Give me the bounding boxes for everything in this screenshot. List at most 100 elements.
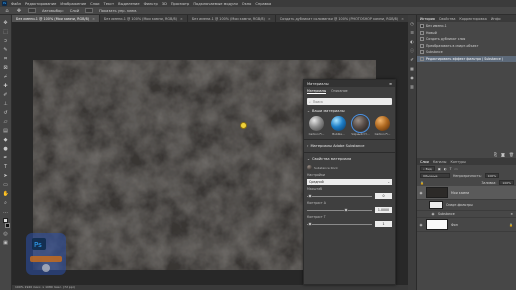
new-document-icon[interactable]: ⎘ [494, 152, 497, 157]
slider-knob[interactable] [308, 221, 313, 226]
layer-filter-select[interactable]: ⌕ Вид [420, 166, 435, 171]
slider-knob[interactable] [308, 193, 313, 198]
doc-tab[interactable]: Без имени-1 @ 100% (Мои камни, RGB/8) × [100, 15, 188, 22]
dodge-tool-icon[interactable]: ● [3, 146, 9, 152]
color-icon[interactable]: ◉ [410, 75, 415, 80]
frame-tool-icon[interactable]: ⊠ [3, 65, 9, 71]
menu-select[interactable]: Выделение [118, 2, 139, 6]
panel-menu-icon[interactable]: ≡ [389, 82, 392, 86]
tab-layers[interactable]: Слои [420, 160, 429, 164]
show-transform-checkbox[interactable] [85, 8, 94, 13]
trash-icon[interactable]: 🗑 [509, 152, 514, 157]
close-icon[interactable]: × [401, 17, 404, 21]
move-tool-icon[interactable]: ✥ [16, 8, 22, 14]
properties-icon[interactable]: ☰ [410, 30, 415, 35]
gradient-tool-icon[interactable]: ▤ [3, 128, 9, 134]
tab-paths[interactable]: Контуры [450, 160, 466, 164]
lasso-tool-icon[interactable]: ↄ [3, 38, 9, 44]
brush-tool-icon[interactable]: ✐ [3, 92, 9, 98]
param-slider[interactable] [307, 221, 372, 226]
menu-edit[interactable]: Редактирование [25, 2, 56, 6]
close-icon[interactable]: × [180, 17, 183, 21]
menu-filter[interactable]: Фильтр [144, 2, 158, 6]
path-select-icon[interactable]: ➤ [3, 173, 9, 179]
filter-image-icon[interactable]: ▣ [438, 167, 441, 171]
close-icon[interactable]: × [92, 17, 95, 21]
camera-icon[interactable]: ◙ [501, 152, 505, 157]
zoom-tool-icon[interactable]: ⌕ [3, 200, 9, 206]
blur-tool-icon[interactable]: ◆ [3, 137, 9, 143]
layer-row[interactable]: ◉ Фон 🔒 [417, 218, 516, 232]
eyedropper-icon[interactable]: ⌿ [3, 74, 9, 80]
photoshop-logo-icon[interactable]: Ps [2, 1, 7, 6]
pen-tool-icon[interactable]: ✒ [3, 155, 9, 161]
param-value-input[interactable]: 0 [375, 193, 392, 199]
preset-select[interactable]: Средний ⌄ [307, 179, 392, 185]
my-materials-section-header[interactable]: ⌄ Ваши материалы [304, 107, 395, 115]
opacity-input[interactable]: 100% [484, 173, 500, 178]
menu-window[interactable]: Окно [242, 2, 252, 6]
eye-icon[interactable]: ◉ [431, 212, 435, 216]
materials-search-input[interactable]: ⌕ Поиск [307, 98, 392, 105]
substance-section-header[interactable]: › Материалы Adobe Substance [304, 142, 395, 150]
material-tile[interactable]: Carbon Fi... [307, 116, 326, 136]
tab-channels[interactable]: Каналы [433, 160, 447, 164]
filter-options-icon[interactable]: ≑ [510, 212, 513, 216]
filter-text-icon[interactable]: T [450, 167, 452, 171]
type-tool-icon[interactable]: T [3, 164, 9, 170]
param-slider[interactable] [307, 193, 372, 198]
eye-icon[interactable]: ◉ [419, 191, 423, 195]
move-tool-icon[interactable]: ✥ [3, 20, 9, 26]
history-brush-icon[interactable]: ↺ [3, 110, 9, 116]
tab-description[interactable]: Описание [331, 89, 348, 94]
adjustments-icon[interactable]: ◐ [410, 39, 415, 44]
crop-tool-icon[interactable]: ⌗ [3, 56, 9, 62]
smart-filters-row[interactable]: Смарт-фильтры [417, 200, 516, 211]
menu-file[interactable]: Файл [11, 2, 21, 6]
close-icon[interactable]: × [268, 17, 271, 21]
tab-info[interactable]: Инфо [491, 17, 501, 21]
screen-mode-icon[interactable]: ▣ [3, 240, 9, 246]
layer-row-selected[interactable]: ◉ Мои камни [417, 186, 516, 200]
quick-select-icon[interactable]: ✎ [3, 47, 9, 53]
param-value-input[interactable]: 1 [375, 221, 392, 227]
slider-knob[interactable] [344, 207, 348, 212]
more-tools-icon[interactable]: … [3, 209, 9, 215]
eye-icon[interactable]: ◉ [419, 223, 423, 227]
tab-materials[interactable]: Материалы [307, 89, 327, 94]
param-slider[interactable] [307, 207, 372, 212]
doc-tab[interactable]: Без имени-1 @ 100% (Мои камни, RGB/8) × [188, 15, 276, 22]
history-item-selected[interactable]: Редактировать эффект фильтра ( Substance… [417, 55, 516, 62]
swatches-icon[interactable]: ▦ [410, 66, 415, 71]
menu-image[interactable]: Изображение [60, 2, 86, 6]
materials-panel-header[interactable]: Материалы ≡ [304, 80, 395, 87]
quick-mask-icon[interactable]: ◎ [3, 231, 9, 237]
hand-tool-icon[interactable]: ✋ [3, 191, 9, 197]
menu-3d[interactable]: 3D [162, 2, 167, 6]
menu-help[interactable]: Справка [255, 2, 271, 6]
tab-properties[interactable]: Свойства [439, 17, 456, 21]
info-icon[interactable]: ⓘ [410, 48, 415, 53]
lock-icon[interactable]: 🔒 [420, 181, 424, 185]
history-icon[interactable]: ◷ [410, 21, 415, 26]
param-value-input[interactable]: 1.0000 [375, 207, 392, 213]
eraser-icon[interactable]: ▱ [3, 119, 9, 125]
tab-adjustments[interactable]: Корректировка [459, 17, 486, 21]
material-tile-selected[interactable]: Чёрный Ст... [351, 114, 370, 136]
marquee-tool-icon[interactable]: ⬚ [3, 29, 9, 35]
healing-brush-icon[interactable]: ✚ [3, 83, 9, 89]
home-icon[interactable]: ⌂ [4, 8, 10, 14]
libraries-icon[interactable]: ▥ [410, 84, 415, 89]
material-tile[interactable]: Carbon Fi... [373, 116, 392, 136]
doc-tab[interactable]: Без имени-1 @ 100% (Мои камни, RGB/8) × [12, 15, 100, 22]
blend-mode-select[interactable]: Обычные [420, 173, 450, 178]
menu-plugins[interactable]: Подключаемые модули [193, 2, 237, 6]
properties-section-header[interactable]: ⌄ Свойства материала [304, 155, 395, 163]
material-tile[interactable]: Bubble... [329, 116, 348, 136]
menu-view[interactable]: Просмотр [171, 2, 189, 6]
menu-layers[interactable]: Слои [90, 2, 99, 6]
filter-shape-icon[interactable]: ▭ [455, 167, 458, 171]
background-color-swatch[interactable] [4, 223, 10, 228]
rectangle-tool-icon[interactable]: ▭ [3, 182, 9, 188]
filter-row[interactable]: ◉ Substance ≑ [417, 211, 516, 218]
